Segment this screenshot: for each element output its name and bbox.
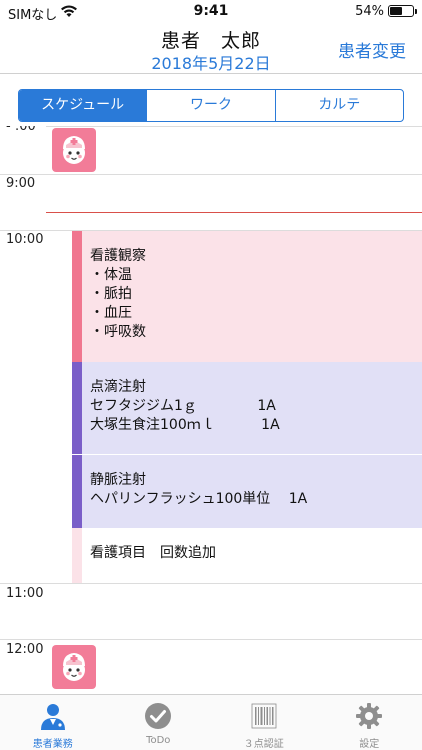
tab-label: ３点認証 [243, 739, 284, 750]
nav-header: 患者 太郎 2018年5月22日 患者変更 [0, 24, 422, 74]
hour-line [46, 126, 422, 127]
hour-line [0, 174, 422, 175]
app-root: SIMなし 9:41 54% 患者 太郎 2018年5月22日 患者変更 スケジ… [0, 0, 422, 750]
hour-label-10: 10:00 [6, 232, 44, 247]
hour-line [0, 583, 422, 584]
event-line: ・呼吸数 [90, 324, 146, 340]
tab-settings[interactable]: 設定 [317, 695, 422, 750]
nurse-badge-icon[interactable] [52, 645, 96, 689]
schedule-timeline[interactable]: - :00 9:00 10:00 看護観察 ・体温 ・脈拍 ・血圧 ・呼吸数 点… [0, 126, 422, 694]
event-line: ヘパリンフラッシュ100単位 1A [90, 491, 308, 507]
event-title: 点滴注射 [90, 379, 146, 395]
event-add-nursing-item[interactable]: 看護項目 回数追加 [72, 528, 422, 583]
event-title: 静脈注射 [90, 472, 146, 488]
checkmark-circle-icon [145, 703, 172, 729]
hour-label-11: 11:00 [6, 586, 44, 601]
segment-schedule[interactable]: スケジュール [19, 90, 148, 121]
change-patient-button[interactable]: 患者変更 [338, 37, 406, 62]
tab-label: 患者業務 [32, 739, 73, 750]
gear-icon [356, 703, 383, 729]
tab-three-point-auth[interactable]: ３点認証 [211, 695, 317, 750]
segment-chart[interactable]: カルテ [276, 90, 403, 121]
view-segment-control: スケジュール ワーク カルテ [18, 89, 404, 122]
hour-label-9: 9:00 [6, 176, 36, 191]
event-drip-injection[interactable]: 点滴注射 セフタジジム1ｇ 1A 大塚生食注100ｍｌ 1A [72, 362, 422, 454]
current-time-line [46, 212, 422, 213]
hour-label-partial: - :00 [6, 126, 36, 134]
barcode-icon [251, 703, 277, 729]
event-line: セフタジジム1ｇ 1A [90, 398, 276, 414]
event-title: 看護観察 [90, 248, 146, 264]
event-iv-injection[interactable]: 静脈注射 ヘパリンフラッシュ100単位 1A [72, 454, 422, 528]
event-line: ・体温 [90, 267, 132, 283]
tab-bar: 患者業務 ToDo ３点認証 設定 [0, 694, 422, 750]
event-line: ・脈拍 [90, 286, 132, 302]
event-line: 大塚生食注100ｍｌ 1A [90, 417, 280, 433]
event-nursing-observation[interactable]: 看護観察 ・体温 ・脈拍 ・血圧 ・呼吸数 [72, 231, 422, 362]
segment-work[interactable]: ワーク [147, 90, 276, 121]
nurse-person-icon [40, 704, 65, 730]
battery-icon [388, 5, 417, 17]
event-title: 看護項目 回数追加 [90, 545, 216, 561]
tab-label: 設定 [359, 739, 380, 750]
tab-patient-work[interactable]: 患者業務 [0, 695, 106, 750]
event-line: ・血圧 [90, 305, 132, 321]
nurse-badge-icon[interactable] [52, 128, 96, 172]
hour-line [0, 639, 422, 640]
battery-percent: 54% [355, 4, 384, 19]
status-bar: SIMなし 9:41 54% [0, 0, 422, 24]
tab-todo[interactable]: ToDo [106, 695, 212, 750]
tab-label: ToDo [146, 735, 171, 746]
hour-label-12: 12:00 [6, 642, 44, 657]
